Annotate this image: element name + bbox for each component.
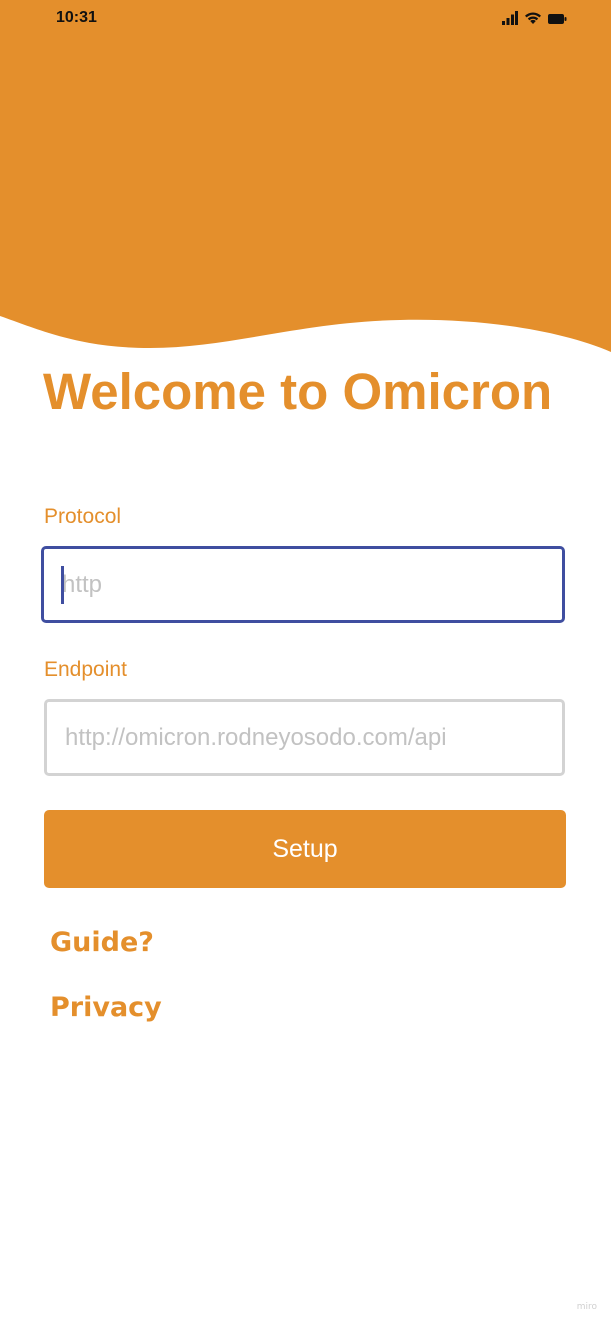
- cellular-signal-icon: [502, 11, 518, 25]
- endpoint-input[interactable]: [47, 702, 562, 773]
- status-bar: 10:31: [0, 0, 611, 36]
- endpoint-input-box[interactable]: [44, 699, 565, 776]
- status-time: 10:31: [56, 9, 97, 26]
- text-caret: [61, 566, 64, 604]
- header-wave-background: [0, 0, 611, 352]
- protocol-input-box[interactable]: [41, 546, 565, 623]
- protocol-input[interactable]: [44, 549, 562, 620]
- battery-icon: [548, 14, 567, 24]
- guide-link[interactable]: Guide?: [50, 927, 154, 958]
- status-icons: [502, 11, 567, 25]
- protocol-label: Protocol: [44, 505, 122, 528]
- miro-watermark: miro: [576, 1302, 597, 1312]
- wifi-icon: [525, 12, 541, 24]
- welcome-title: Welcome to Omicron: [43, 363, 553, 420]
- privacy-link[interactable]: Privacy: [50, 992, 162, 1023]
- endpoint-label: Endpoint: [44, 658, 127, 681]
- setup-button[interactable]: Setup: [44, 810, 566, 888]
